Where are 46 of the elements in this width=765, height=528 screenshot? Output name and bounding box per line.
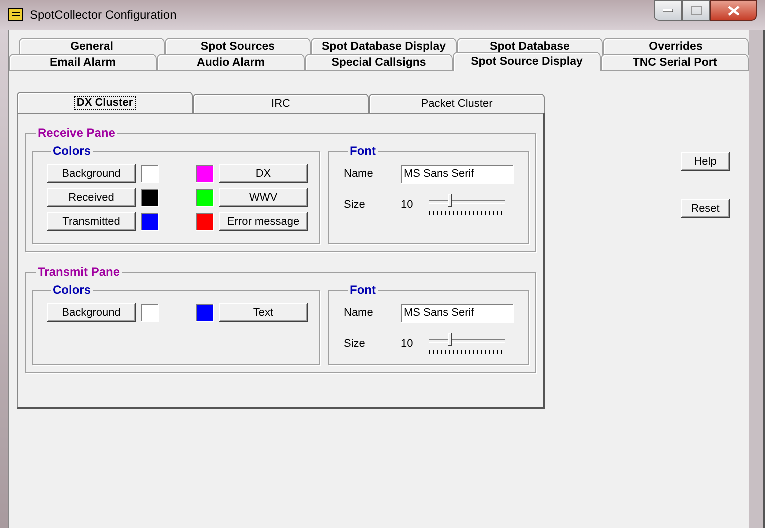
tab[interactable]: Spot Sources xyxy=(165,38,311,55)
tab[interactable]: TNC Serial Port xyxy=(601,54,749,71)
group-title: Font xyxy=(349,283,377,297)
color-button[interactable]: DX xyxy=(219,164,308,183)
tab[interactable]: Overrides xyxy=(603,38,749,55)
color-button[interactable]: Error message xyxy=(219,212,308,231)
font-name-field[interactable]: MS Sans Serif xyxy=(401,164,514,184)
group-title: Colors xyxy=(52,283,92,297)
color-button[interactable]: WWV xyxy=(219,188,308,207)
close-icon xyxy=(728,6,740,16)
group-title: Font xyxy=(349,144,377,158)
tab[interactable]: General xyxy=(19,38,165,55)
side-button[interactable]: Help xyxy=(681,152,730,171)
tab[interactable]: Email Alarm xyxy=(9,54,157,71)
color-button[interactable]: Background xyxy=(47,164,136,183)
tab[interactable]: IRC xyxy=(193,94,369,113)
close-button[interactable] xyxy=(710,0,757,21)
app-icon xyxy=(8,7,24,23)
maximize-icon xyxy=(690,6,702,15)
size-label: Size xyxy=(344,199,366,211)
size-slider[interactable] xyxy=(429,333,505,355)
tab[interactable]: Packet Cluster xyxy=(369,94,545,113)
window-title: SpotCollector Configuration xyxy=(30,8,177,22)
size-slider[interactable] xyxy=(429,194,505,216)
tab[interactable]: Special Callsigns xyxy=(305,54,453,71)
tab[interactable]: Spot Database Display xyxy=(311,38,457,55)
name-label: Name xyxy=(344,307,374,319)
font-name-field[interactable]: MS Sans Serif xyxy=(401,304,514,322)
tab[interactable]: DX Cluster xyxy=(17,92,193,113)
size-value: 10 xyxy=(401,338,414,350)
tab[interactable]: Spot Source Display xyxy=(453,52,601,71)
minimize-button[interactable] xyxy=(654,0,682,21)
color-button[interactable]: Text xyxy=(219,303,308,322)
size-value: 10 xyxy=(401,199,414,211)
group-title: Colors xyxy=(52,144,92,158)
tab[interactable]: Audio Alarm xyxy=(157,54,305,71)
color-button[interactable]: Background xyxy=(47,303,136,322)
name-label: Name xyxy=(344,168,374,180)
maximize-button[interactable] xyxy=(682,0,710,21)
color-button[interactable]: Transmitted xyxy=(47,212,136,231)
pane-title: Transmit Pane xyxy=(37,265,122,279)
pane-title: Receive Pane xyxy=(37,126,116,140)
minimize-icon xyxy=(663,8,673,12)
color-button[interactable]: Received xyxy=(47,188,136,207)
size-label: Size xyxy=(344,338,366,350)
side-button[interactable]: Reset xyxy=(681,199,730,218)
